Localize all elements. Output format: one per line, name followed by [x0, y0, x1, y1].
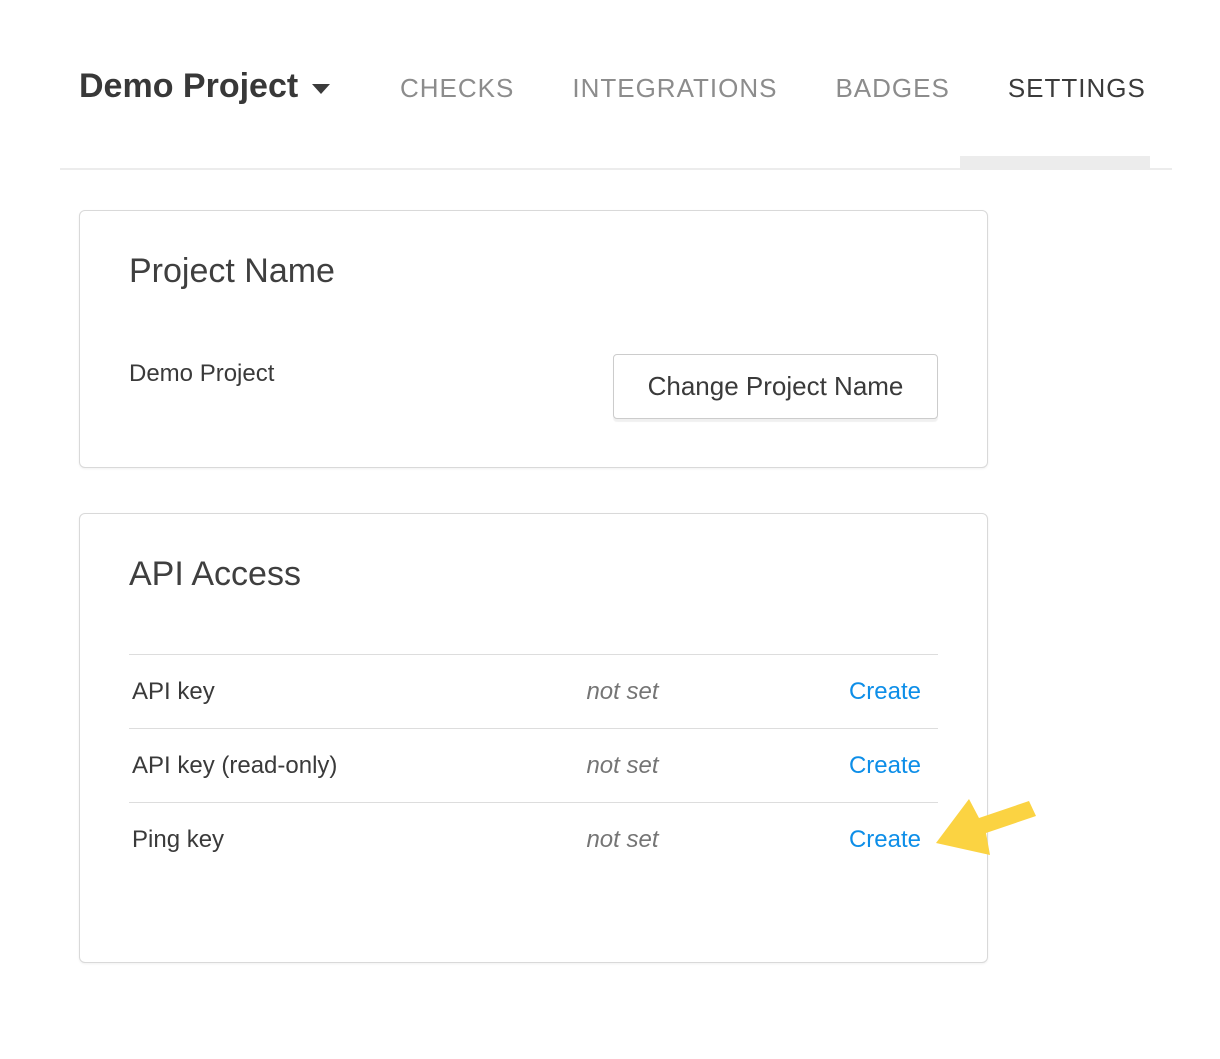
key-value: not set	[517, 655, 727, 729]
table-row-api-key: API key not set Create	[129, 655, 938, 729]
api-access-card: API Access API key not set Create API ke…	[79, 513, 988, 963]
project-name-card: Project Name Demo Project Change Project…	[79, 210, 988, 468]
key-label: Ping key	[129, 803, 517, 877]
annotation-arrow-icon	[925, 790, 1045, 862]
project-nav: CHECKS INTEGRATIONS BADGES SETTINGS	[400, 73, 1146, 103]
table-row-ping-key: Ping key not set Create	[129, 803, 938, 877]
project-name-row: Demo Project Change Project Name	[129, 354, 938, 419]
key-value: not set	[517, 803, 727, 877]
create-api-key-readonly-link[interactable]: Create	[849, 752, 921, 779]
project-name-card-title: Project Name	[129, 251, 938, 292]
project-settings-page: Demo Project CHECKS INTEGRATIONS BADGES …	[0, 0, 1220, 1059]
key-label: API key	[129, 655, 517, 729]
project-title: Demo Project	[79, 66, 298, 106]
nav-tab-settings[interactable]: SETTINGS	[1008, 73, 1146, 103]
api-keys-table: API key not set Create API key (read-onl…	[129, 654, 938, 877]
project-switcher-dropdown[interactable]: Demo Project	[79, 66, 330, 106]
key-action-cell: Create	[728, 803, 938, 877]
create-ping-key-link[interactable]: Create	[849, 826, 921, 853]
header-divider	[60, 168, 1172, 170]
table-row-api-key-readonly: API key (read-only) not set Create	[129, 729, 938, 803]
key-label: API key (read-only)	[129, 729, 517, 803]
nav-tab-checks[interactable]: CHECKS	[400, 73, 514, 103]
arrow-shape	[936, 799, 1036, 855]
key-value: not set	[517, 729, 727, 803]
nav-tab-integrations[interactable]: INTEGRATIONS	[572, 73, 777, 103]
key-action-cell: Create	[728, 729, 938, 803]
key-action-cell: Create	[728, 655, 938, 729]
create-api-key-link[interactable]: Create	[849, 678, 921, 705]
current-project-name: Demo Project	[129, 360, 274, 388]
change-project-name-button[interactable]: Change Project Name	[613, 354, 938, 419]
api-access-card-title: API Access	[129, 554, 938, 595]
nav-tab-badges[interactable]: BADGES	[835, 73, 949, 103]
chevron-down-icon	[312, 84, 330, 94]
